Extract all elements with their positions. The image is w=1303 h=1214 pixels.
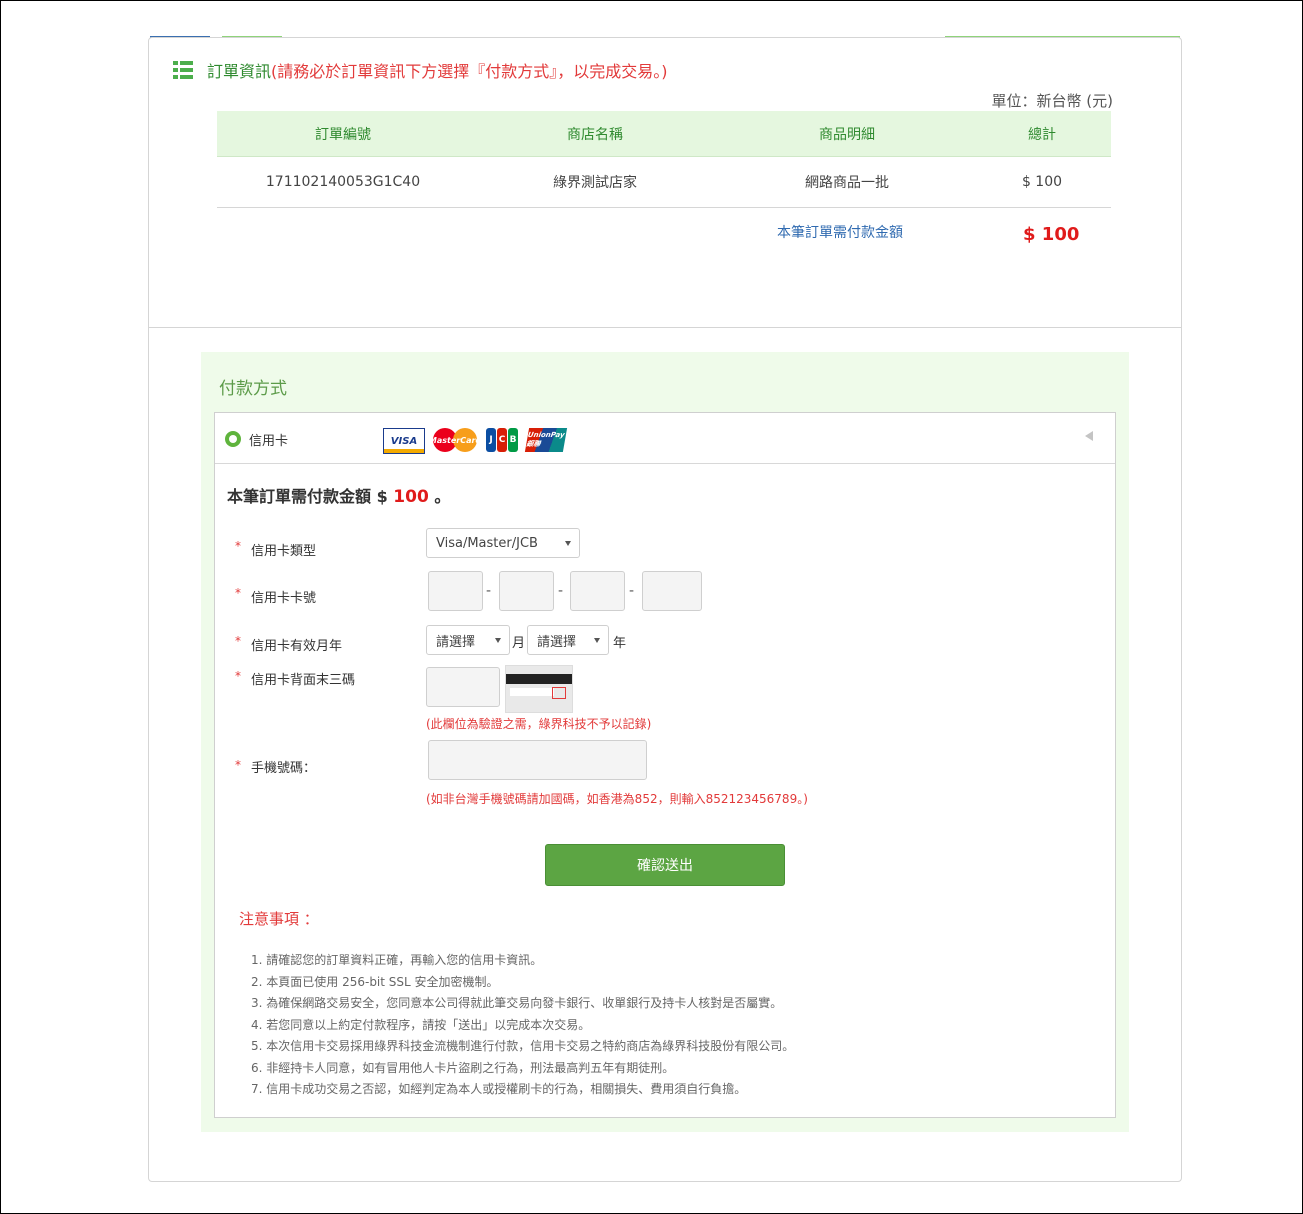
list-item: 7. 信用卡成功交易之否認，如經判定為本人或授權刷卡的行為，相關損失、費用須自行… (251, 1082, 747, 1096)
order-header: 訂單資訊 (請務必於訂單資訊下方選擇『付款方式』，以完成交易。) (173, 58, 668, 82)
total-amount: $ 100 (1023, 224, 1080, 245)
table-header-row: 訂單編號 商店名稱 商品明細 總計 (217, 111, 1111, 157)
list-item: 3. 為確保網路交易安全，您同意本公司得就此筆交易向發卡銀行、收單銀行及持卡人核… (251, 996, 783, 1010)
order-table: 訂單編號 商店名稱 商品明細 總計 171102140053G1C40 綠界測試… (217, 111, 1111, 208)
jcb-logo: J C B (485, 428, 519, 452)
chevron-down-icon (495, 638, 501, 643)
phone-input[interactable] (428, 740, 647, 780)
list-icon (173, 61, 193, 79)
order-notice: (請務必於訂單資訊下方選擇『付款方式』，以完成交易。) (271, 62, 668, 81)
order-number: 171102140053G1C40 (217, 156, 469, 208)
visa-logo: VISA (383, 428, 425, 454)
list-item: 1. 請確認您的訂單資料正確，再輸入您的信用卡資訊。 (251, 953, 543, 967)
card-number-part-2[interactable] (499, 571, 554, 611)
notes-title: 注意事項 ： (239, 910, 319, 928)
credit-card-label[interactable]: 信用卡 (249, 430, 288, 449)
card-logos: VISA MasterCard J C B UnionPay 銀聯 (383, 428, 568, 454)
list-item: 5. 本次信用卡交易採用綠界科技金流機制進行付款，信用卡交易之特約商店為綠界科技… (251, 1039, 795, 1053)
cvv-input[interactable] (426, 667, 500, 707)
column-header: 商店名稱 (469, 111, 721, 157)
card-number-label: 信用卡卡號 (251, 591, 317, 606)
required-mark: * (235, 586, 241, 600)
required-mark: * (235, 669, 241, 683)
store-name: 綠界測試店家 (469, 156, 721, 208)
unionpay-logo: UnionPay 銀聯 (524, 428, 568, 452)
card-number-part-3[interactable] (570, 571, 625, 611)
phone-label: 手機號碼： (251, 761, 317, 776)
payment-amount-value: 100 (393, 487, 429, 507)
separator: - (558, 583, 564, 599)
column-header: 訂單編號 (217, 111, 469, 157)
card-type-select[interactable]: Visa/Master/JCB (426, 528, 580, 558)
cvv-label: 信用卡背面末三碼 (251, 673, 356, 688)
total-label: 本筆訂單需付款金額 (777, 225, 903, 241)
order-card: 訂單資訊 (請務必於訂單資訊下方選擇『付款方式』，以完成交易。) 單位：新台幣 … (148, 37, 1182, 1182)
submit-button[interactable]: 確認送出 (545, 844, 785, 886)
row-total: $ 100 (973, 156, 1111, 208)
year-unit: 年 (613, 636, 627, 651)
phone-hint: (如非台灣手機號碼請加國碼，如香港為852，則輸入852123456789。) (426, 792, 808, 806)
mastercard-logo: MasterCard (429, 428, 481, 452)
separator: - (486, 583, 492, 599)
column-header: 商品明細 (721, 111, 973, 157)
payment-title: 付款方式 (219, 379, 287, 399)
expiry-month-select[interactable]: 請選擇 (426, 625, 510, 655)
collapse-arrow-icon[interactable] (1085, 431, 1093, 441)
payment-amount: 本筆訂單需付款金額 $ 100 。 (227, 487, 451, 507)
order-title: 訂單資訊 (207, 62, 272, 81)
required-mark: * (235, 758, 241, 772)
list-item: 6. 非經持卡人同意，如有冒用他人卡片盜刷之行為，刑法最高判五年有期徒刑。 (251, 1060, 675, 1075)
card-number-part-1[interactable] (428, 571, 483, 611)
month-unit: 月 (512, 636, 526, 651)
chevron-down-icon (565, 541, 571, 546)
table-row: 171102140053G1C40 綠界測試店家 網路商品一批 $ 100 (217, 156, 1111, 208)
expiry-year-select[interactable]: 請選擇 (527, 625, 609, 655)
credit-card-section: 信用卡 VISA MasterCard J C B UnionPay 銀聯 本筆… (214, 412, 1116, 1118)
list-item: 4. 若您同意以上約定付款程序，請按「送出」以完成本次交易。 (251, 1017, 591, 1032)
separator: - (629, 583, 635, 599)
list-item: 2. 本頁面已使用 256-bit SSL 安全加密機制。 (251, 974, 499, 989)
credit-card-radio[interactable] (225, 431, 241, 447)
cvv-card-illustration (505, 665, 573, 713)
card-type-label: 信用卡類型 (251, 544, 317, 559)
required-mark: * (235, 634, 241, 648)
expiry-label: 信用卡有效月年 (251, 639, 343, 654)
cvv-hint: (此欄位為驗證之需，綠界科技不予以記錄) (426, 717, 652, 731)
section-divider (149, 327, 1181, 328)
currency-unit: 單位：新台幣 (元) (991, 92, 1113, 110)
item-detail: 網路商品一批 (721, 156, 973, 208)
required-mark: * (235, 539, 241, 553)
payment-panel: 付款方式 信用卡 VISA MasterCard J C B UnionPay … (201, 352, 1129, 1132)
order-total-row: 本筆訂單需付款金額 $ 100 (217, 218, 1111, 258)
notes-list: 1. 請確認您的訂單資料正確，再輸入您的信用卡資訊。 2. 本頁面已使用 256… (251, 950, 794, 1101)
payment-method-bar[interactable]: 信用卡 VISA MasterCard J C B UnionPay 銀聯 (215, 413, 1115, 464)
chevron-down-icon (594, 638, 600, 643)
column-header: 總計 (973, 111, 1111, 157)
card-number-part-4[interactable] (642, 571, 702, 611)
